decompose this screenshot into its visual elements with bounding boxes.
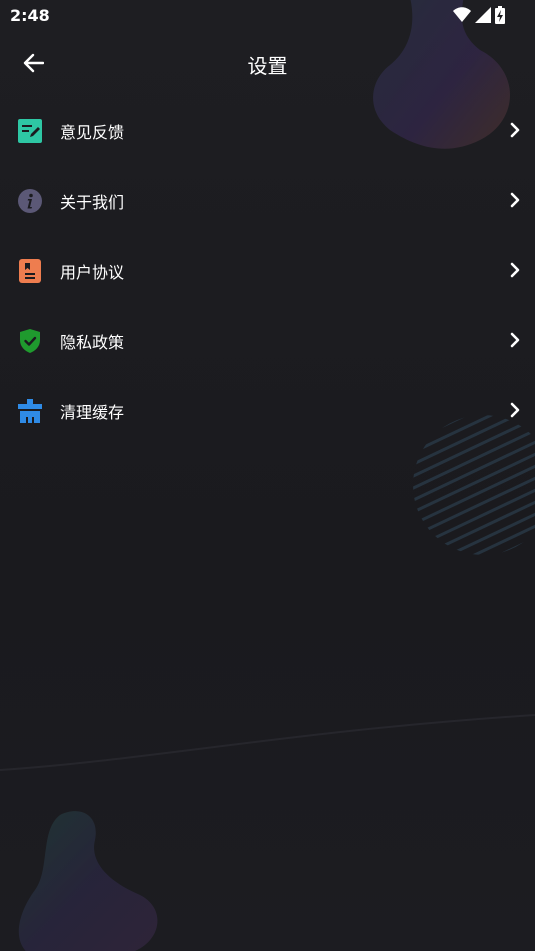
menu-item-feedback[interactable]: 意见反馈	[0, 95, 535, 165]
chevron-right-icon	[510, 192, 520, 208]
status-bar: 2:48	[0, 0, 535, 30]
menu-item-privacy-policy[interactable]: 隐私政策	[0, 305, 535, 375]
settings-menu: 意见反馈 关于我们 用户协议 隐私政策 清理缓存	[0, 95, 535, 445]
menu-item-label: 关于我们	[60, 193, 125, 212]
battery-charging-icon	[495, 6, 505, 24]
signal-icon	[475, 7, 491, 23]
chevron-right-icon	[510, 262, 520, 278]
wifi-icon	[453, 7, 471, 22]
menu-item-label: 隐私政策	[60, 333, 125, 352]
header-bar: 设置	[0, 36, 535, 90]
page-title: 设置	[247, 54, 288, 78]
chevron-right-icon	[510, 332, 520, 348]
menu-item-clear-cache[interactable]: 清理缓存	[0, 375, 535, 445]
info-icon	[17, 188, 42, 213]
menu-item-label: 清理缓存	[60, 403, 125, 422]
chevron-right-icon	[510, 402, 520, 418]
decorative-blob-bottom	[18, 811, 158, 951]
user-agreement-icon	[17, 258, 42, 283]
menu-item-user-agreement[interactable]: 用户协议	[0, 235, 535, 305]
menu-item-label: 用户协议	[60, 263, 125, 282]
status-icons	[453, 6, 505, 24]
clear-cache-icon	[17, 398, 42, 423]
feedback-icon	[17, 118, 42, 143]
shield-check-icon	[17, 328, 42, 353]
chevron-right-icon	[510, 122, 520, 138]
settings-screen: 2:48 设置 意见反馈 关于我们 用户协议 隐私政策 清理缓存	[0, 0, 535, 951]
decorative-wave	[0, 714, 535, 771]
menu-item-label: 意见反馈	[60, 123, 125, 142]
status-time: 2:48	[10, 6, 50, 25]
menu-item-about-us[interactable]: 关于我们	[0, 165, 535, 235]
